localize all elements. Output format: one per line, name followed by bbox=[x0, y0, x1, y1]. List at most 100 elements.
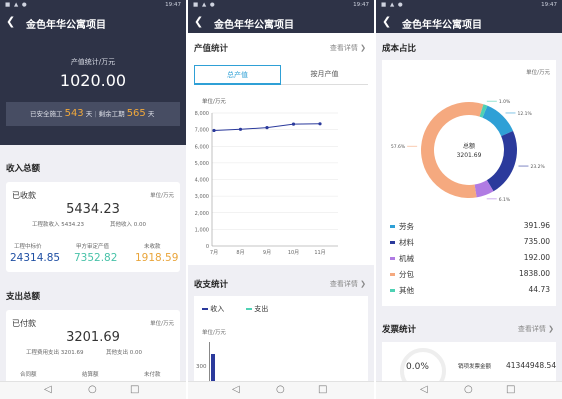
cost-unit: 单位/万元 bbox=[526, 70, 550, 76]
data-point bbox=[291, 122, 296, 126]
slice-pct-label: 6.1% bbox=[499, 197, 511, 203]
tab-monthly-label: 按月产值 bbox=[310, 70, 339, 78]
cashflow-detail-label: 查看详情 bbox=[329, 280, 358, 288]
page-title: 金色年华公寓项目 bbox=[214, 20, 294, 31]
legend-expense: 支出 bbox=[246, 304, 268, 314]
system-recent-icon[interactable]: □ bbox=[318, 384, 327, 395]
y-tick-label: 4,000 bbox=[195, 178, 209, 184]
cashflow-detail-link[interactable]: 查看详情 ❯ bbox=[330, 279, 366, 289]
back-icon[interactable]: ❮ bbox=[194, 15, 203, 28]
output-title: 产值统计 bbox=[194, 44, 229, 54]
bid-value: 24314.85 bbox=[10, 252, 61, 264]
y-tick-label: 8,000 bbox=[195, 111, 209, 117]
y-tick-label: 7,000 bbox=[195, 128, 209, 134]
invoice-title: 发票统计 bbox=[382, 325, 417, 335]
system-home-icon[interactable]: ○ bbox=[276, 384, 285, 395]
cost-swatch bbox=[390, 289, 395, 292]
other-expense: 其他支出 0.00 bbox=[106, 350, 142, 356]
bid-label: 工程中标价 bbox=[14, 244, 42, 250]
invoice-value: 41344948.54 bbox=[506, 361, 557, 370]
remain-days: 565 bbox=[126, 108, 146, 119]
donut-slice-0 bbox=[482, 105, 514, 137]
system-nav-bar: ◁ ○ □ bbox=[0, 381, 186, 399]
cost-card: 单位/万元 12.1% 23.2% 6.1% 57.6% 1.0% 总额 3201.69 劳… bbox=[382, 60, 556, 306]
output-detail-link[interactable]: 查看详情 ❯ bbox=[330, 43, 366, 53]
y-tick-label: 0 bbox=[206, 244, 209, 250]
tab-monthly[interactable]: 按月产值 bbox=[281, 65, 368, 85]
paid-value: 3201.69 bbox=[66, 330, 120, 345]
output-header: 产值统计/万元 1020.00 已安全施工 543 天 | 剩余工期 565 天 bbox=[0, 33, 186, 145]
status-bar: ■ ▲ ● 19:47 bbox=[188, 0, 374, 11]
status-icons: ■ ▲ ● bbox=[193, 2, 216, 8]
chevron-right-icon: ❯ bbox=[548, 325, 554, 333]
cash-bar-income bbox=[211, 354, 215, 382]
cost-row: 材料 735.00 bbox=[390, 236, 550, 252]
cashflow-title: 收支统计 bbox=[194, 280, 229, 290]
cost-swatch bbox=[390, 257, 395, 260]
safe-prefix: 已安全施工 bbox=[30, 110, 63, 118]
cost-row: 其他 44.73 bbox=[390, 284, 550, 300]
status-time: 19:47 bbox=[165, 2, 181, 8]
nav-bar: ❮ 金色年华公寓项目 bbox=[188, 11, 374, 33]
cost-name: 机械 bbox=[399, 254, 414, 263]
cost-value: 44.73 bbox=[528, 285, 550, 294]
status-icons: ■ ▲ ● bbox=[381, 2, 404, 8]
data-point bbox=[212, 128, 216, 133]
y-tick-label: 5,000 bbox=[195, 161, 209, 167]
system-recent-icon[interactable]: □ bbox=[506, 384, 515, 395]
cost-value: 192.00 bbox=[523, 253, 550, 262]
status-icons: ■ ▲ ● bbox=[5, 2, 28, 8]
y-tick-label: 1,000 bbox=[195, 227, 209, 233]
cost-legend-list: 劳务 391.96 材料 735.00 机械 192.00 分包 1838.00 其他 44.73 bbox=[390, 220, 550, 300]
x-tick-label: 8月 bbox=[236, 250, 244, 256]
other-income: 其他收入 0.00 bbox=[110, 222, 146, 228]
cost-name: 分包 bbox=[399, 270, 414, 279]
invoice-pct: 0.0% bbox=[406, 362, 429, 372]
data-point bbox=[265, 126, 269, 130]
system-recent-icon[interactable]: □ bbox=[130, 384, 139, 395]
donut-center-label: 总额 bbox=[463, 142, 475, 150]
data-point bbox=[238, 127, 243, 131]
tab-total[interactable]: 总产值 bbox=[194, 65, 281, 85]
cost-swatch bbox=[390, 225, 395, 228]
unpaid-label: 未付款 bbox=[144, 372, 161, 378]
back-icon[interactable]: ❮ bbox=[382, 15, 391, 28]
cost-name: 其他 bbox=[399, 286, 414, 295]
cash-y-axis bbox=[209, 342, 210, 382]
legend-expense-swatch bbox=[246, 308, 252, 310]
received-label: 已收款 bbox=[12, 191, 36, 200]
invoice-detail-label: 查看详情 bbox=[517, 325, 546, 333]
output-line-chart: 单位/万元 0 1,000 2,000 3,000 4,000 5,000 6,000 7,00… bbox=[195, 97, 338, 256]
donut-slice-1 bbox=[486, 130, 517, 192]
slice-pct-label: 57.6% bbox=[391, 144, 406, 150]
safe-days: 543 bbox=[64, 108, 84, 119]
system-back-icon[interactable]: ◁ bbox=[420, 384, 428, 395]
cash-unit: 单位/万元 bbox=[202, 330, 226, 336]
data-point bbox=[318, 122, 322, 126]
cost-row: 分包 1838.00 bbox=[390, 268, 550, 284]
cost-title: 成本占比 bbox=[382, 44, 417, 54]
invoice-detail-link[interactable]: 查看详情 ❯ bbox=[518, 324, 554, 334]
system-home-icon[interactable]: ○ bbox=[464, 384, 473, 395]
page-title: 金色年华公寓项目 bbox=[26, 20, 106, 31]
system-back-icon[interactable]: ◁ bbox=[44, 384, 52, 395]
legend-income-label: 收入 bbox=[210, 305, 225, 313]
cost-name: 劳务 bbox=[399, 222, 414, 231]
donut-slice-3 bbox=[421, 102, 484, 198]
system-back-icon[interactable]: ◁ bbox=[232, 384, 240, 395]
cost-swatch bbox=[390, 273, 395, 276]
cost-swatch bbox=[390, 241, 395, 244]
x-tick-label: 10月 bbox=[288, 250, 299, 256]
income-card: 已收款 单位/万元 5434.23 工程款收入 5434.23 其他收入 0.0… bbox=[6, 182, 180, 272]
system-nav-bar: ◁ ○ □ bbox=[188, 381, 374, 399]
cashflow-card: 收入 支出 单位/万元 300 bbox=[194, 296, 368, 382]
cost-donut-chart: 12.1% 23.2% 6.1% 57.6% 1.0% 总额 3201.69 bbox=[391, 99, 546, 203]
back-icon[interactable]: ❮ bbox=[6, 15, 15, 28]
remain-unit: 天 bbox=[147, 110, 155, 118]
panel-cost: ■ ▲ ● 19:47 ❮ 金色年华公寓项目 成本占比 单位/万元 12.1% 2… bbox=[376, 0, 562, 399]
legend-income-swatch bbox=[202, 308, 208, 310]
y-tick-label: 3,000 bbox=[195, 194, 209, 200]
system-home-icon[interactable]: ○ bbox=[88, 384, 97, 395]
slice-pct-label: 1.0% bbox=[499, 99, 511, 105]
slice-pct-label: 12.1% bbox=[518, 111, 533, 117]
